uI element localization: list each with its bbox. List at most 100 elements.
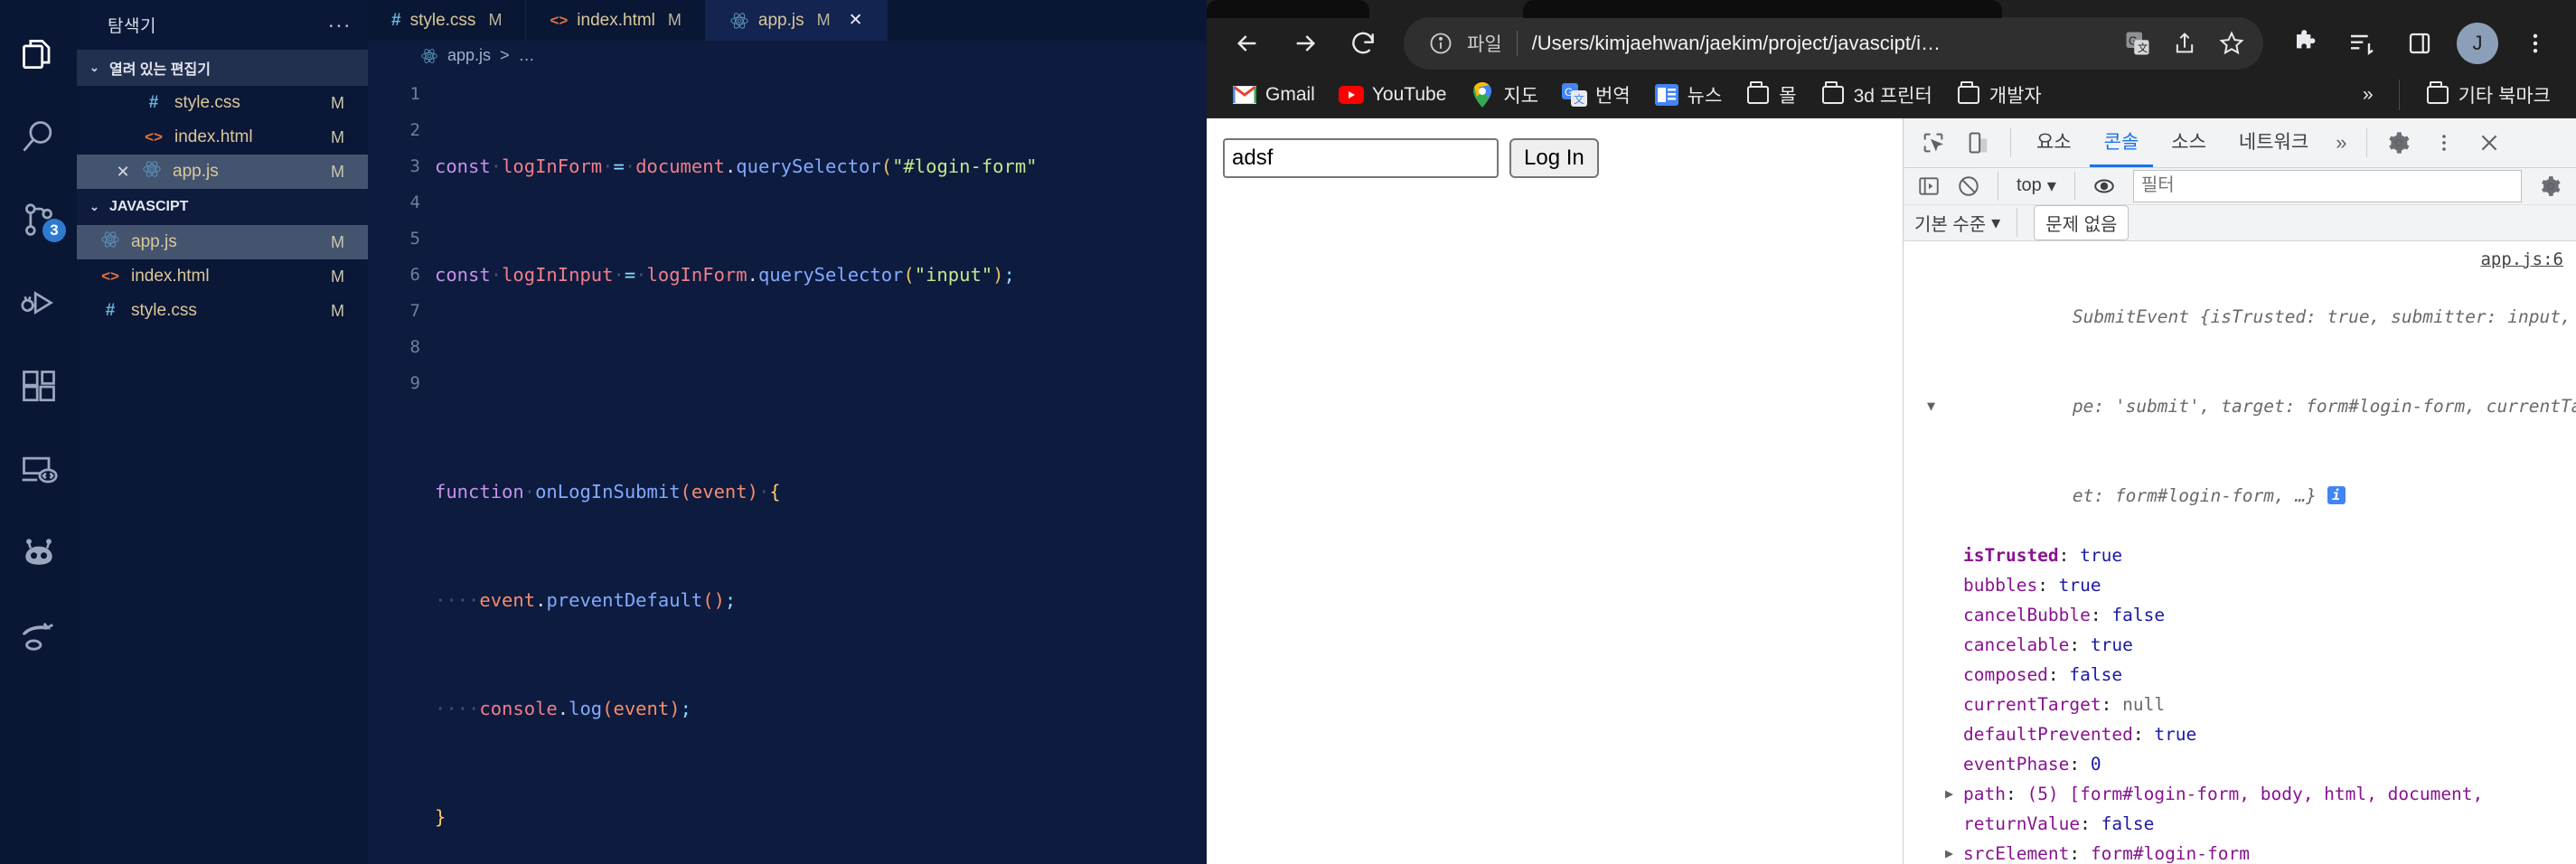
chrome-menu-icon[interactable] <box>2509 17 2562 70</box>
prop-value: form#login-form <box>2090 842 2250 864</box>
section-javascipt[interactable]: ⌄ JAVASCIPT <box>77 189 368 225</box>
remote-explorer-icon[interactable] <box>0 428 77 512</box>
omnibox[interactable]: 파일 /Users/kimjaehwan/jaekim/project/java… <box>1404 17 2263 70</box>
prop-key: srcElement <box>1963 842 2070 864</box>
console-settings-gear-icon[interactable] <box>2533 168 2569 204</box>
profile-avatar[interactable]: J <box>2451 17 2504 70</box>
open-editor-style-css[interactable]: # style.css M <box>77 86 368 120</box>
tab-index-html[interactable]: <> index.html M <box>526 0 706 42</box>
console-object-preview-3: et: form#login-form, …} <box>2072 484 2327 506</box>
tab-network[interactable]: 네트워크 <box>2224 118 2323 167</box>
bookmark-youtube[interactable]: YouTube <box>1330 77 1456 113</box>
close-icon[interactable]: ✕ <box>849 10 863 31</box>
file-style-css[interactable]: # style.css M <box>77 294 368 328</box>
side-panel-icon[interactable] <box>2393 17 2446 70</box>
code-content[interactable]: const·logInForm·=·document.querySelector… <box>420 70 1207 864</box>
clear-console-icon[interactable] <box>1951 168 1987 204</box>
tab-sources[interactable]: 소스 <box>2157 118 2221 167</box>
news-icon <box>1654 82 1679 108</box>
explorer-icon[interactable] <box>0 13 77 96</box>
devtools-tabs-overflow[interactable]: » <box>2327 131 2355 155</box>
file-index-html[interactable]: <> index.html M <box>77 259 368 294</box>
bookmark-maps[interactable]: 지도 <box>1461 76 1547 114</box>
bookmark-folder-mall[interactable]: 몰 <box>1736 76 1805 114</box>
share-icon[interactable] <box>2164 23 2205 64</box>
expand-triangle-icon[interactable]: ▶ <box>1945 839 1953 864</box>
page-info-icon[interactable] <box>1420 23 1462 64</box>
run-debug-icon[interactable] <box>0 262 77 345</box>
js-react-icon <box>729 11 749 31</box>
issues-badge[interactable]: 문제 없음 <box>2034 204 2129 240</box>
log-in-button[interactable]: Log In <box>1509 137 1599 178</box>
section-open-editors[interactable]: ⌄ 열려 있는 편집기 <box>77 50 368 86</box>
tab-console[interactable]: 콘솔 <box>2090 118 2154 167</box>
gear-icon[interactable] <box>2378 122 2420 164</box>
console-entry-header-line2[interactable]: ▼ pe: 'submit', target: form#login-form, … <box>1904 362 2576 451</box>
expand-triangle-icon[interactable]: ▶ <box>1945 779 1953 809</box>
chrome-tab-1[interactable] <box>1207 0 1369 18</box>
chrome-tab-2[interactable] <box>1523 0 2002 18</box>
code-line-7[interactable]: } <box>435 799 1207 835</box>
other-bookmarks-button[interactable]: 기타 북마크 <box>2416 76 2560 114</box>
console-filter-input[interactable] <box>2132 169 2522 202</box>
translate-icon[interactable]: G文 <box>2117 23 2158 64</box>
expand-triangle-icon[interactable]: ▼ <box>1927 391 1935 421</box>
tab-style-css[interactable]: # style.css M <box>368 0 527 42</box>
bookmark-star-icon[interactable] <box>2211 23 2252 64</box>
bookmark-folder-3d-printer[interactable]: 3d 프린터 <box>1811 76 1941 114</box>
bookmark-folder-dev[interactable]: 개발자 <box>1947 76 2051 114</box>
live-expression-icon[interactable] <box>2086 168 2122 204</box>
bookmark-translate[interactable]: G文 번역 <box>1553 76 1640 114</box>
open-editor-app-js[interactable]: ✕ app.js M <box>77 155 368 189</box>
kebab-menu-icon[interactable] <box>2423 122 2465 164</box>
sidebar-more-actions[interactable]: ... <box>328 10 352 33</box>
code-line-5[interactable]: ····event.preventDefault(); <box>435 582 1207 618</box>
back-button[interactable] <box>1221 17 1274 70</box>
tab-elements[interactable]: 요소 <box>2022 118 2086 167</box>
inspect-icon[interactable] <box>1913 122 1954 164</box>
file-app-js[interactable]: app.js M <box>77 225 368 259</box>
code-line-6[interactable]: ····console.log(event); <box>435 690 1207 727</box>
code-line-4[interactable]: function·onLogInSubmit(event)·{ <box>435 474 1207 510</box>
login-input[interactable] <box>1223 137 1499 178</box>
code-editor[interactable]: 1 2 3 4 5 6 7 8 9 const·logInForm·=·docu… <box>368 70 1207 864</box>
bookmark-gmail[interactable]: Gmail <box>1223 77 1324 113</box>
code-line-1[interactable]: const·logInForm·=·document.querySelector… <box>435 148 1207 184</box>
prop-key: path <box>1963 783 2006 804</box>
bookmarks-overflow-button[interactable]: » <box>2354 79 2383 111</box>
console-context-select[interactable]: top ▾ <box>2009 174 2064 197</box>
console-prop-srcElement[interactable]: ▶ srcElement: form#login-form <box>1904 839 2576 864</box>
bookmark-news[interactable]: 뉴스 <box>1645 76 1732 114</box>
go-live-icon[interactable] <box>0 595 77 678</box>
code-line-3[interactable] <box>435 365 1207 401</box>
breadcrumb-file[interactable]: app.js <box>447 46 491 65</box>
source-control-icon[interactable]: 3 <box>0 179 77 262</box>
live-share-icon[interactable] <box>0 512 77 595</box>
console-context-value: top <box>2017 175 2042 196</box>
console-level-select[interactable]: 기본 수준 ▾ <box>1914 210 2000 236</box>
open-editor-index-html[interactable]: <> index.html M <box>77 120 368 155</box>
info-icon[interactable]: i <box>2327 485 2346 504</box>
prop-value: false <box>2069 663 2123 685</box>
console-prop-path[interactable]: ▶ path: (5) [form#login-form, body, html,… <box>1904 779 2576 809</box>
omnibox-url[interactable]: /Users/kimjaehwan/jaekim/project/javasci… <box>1532 32 2111 55</box>
reload-button[interactable] <box>1337 17 1389 70</box>
code-line-2[interactable]: const·logInInput·=·logInForm.querySelect… <box>435 257 1207 293</box>
close-icon[interactable]: ✕ <box>108 163 138 182</box>
device-toolbar-icon[interactable] <box>1958 122 1999 164</box>
tab-app-js[interactable]: app.js M ✕ <box>705 0 888 42</box>
console-entry-header-line3[interactable]: et: form#login-form, …} i <box>1904 451 2576 540</box>
bookmark-label: 개발자 <box>1988 85 2042 107</box>
search-icon[interactable] <box>0 96 77 179</box>
breadcrumb-rest[interactable]: … <box>519 46 535 65</box>
console-output[interactable]: app.js:6 SubmitEvent {isTrusted: true, s… <box>1904 240 2576 864</box>
close-devtools-icon[interactable] <box>2468 122 2510 164</box>
js-react-icon <box>97 230 124 255</box>
console-entry-header[interactable]: SubmitEvent {isTrusted: true, submitter:… <box>1904 245 2576 362</box>
forward-button[interactable] <box>1279 17 1331 70</box>
extensions-icon[interactable] <box>0 345 77 428</box>
extensions-puzzle-icon[interactable] <box>2278 17 2330 70</box>
reading-list-icon[interactable] <box>2336 17 2388 70</box>
console-sidebar-icon[interactable] <box>1911 168 1947 204</box>
open-editor-label: index.html <box>174 127 253 146</box>
